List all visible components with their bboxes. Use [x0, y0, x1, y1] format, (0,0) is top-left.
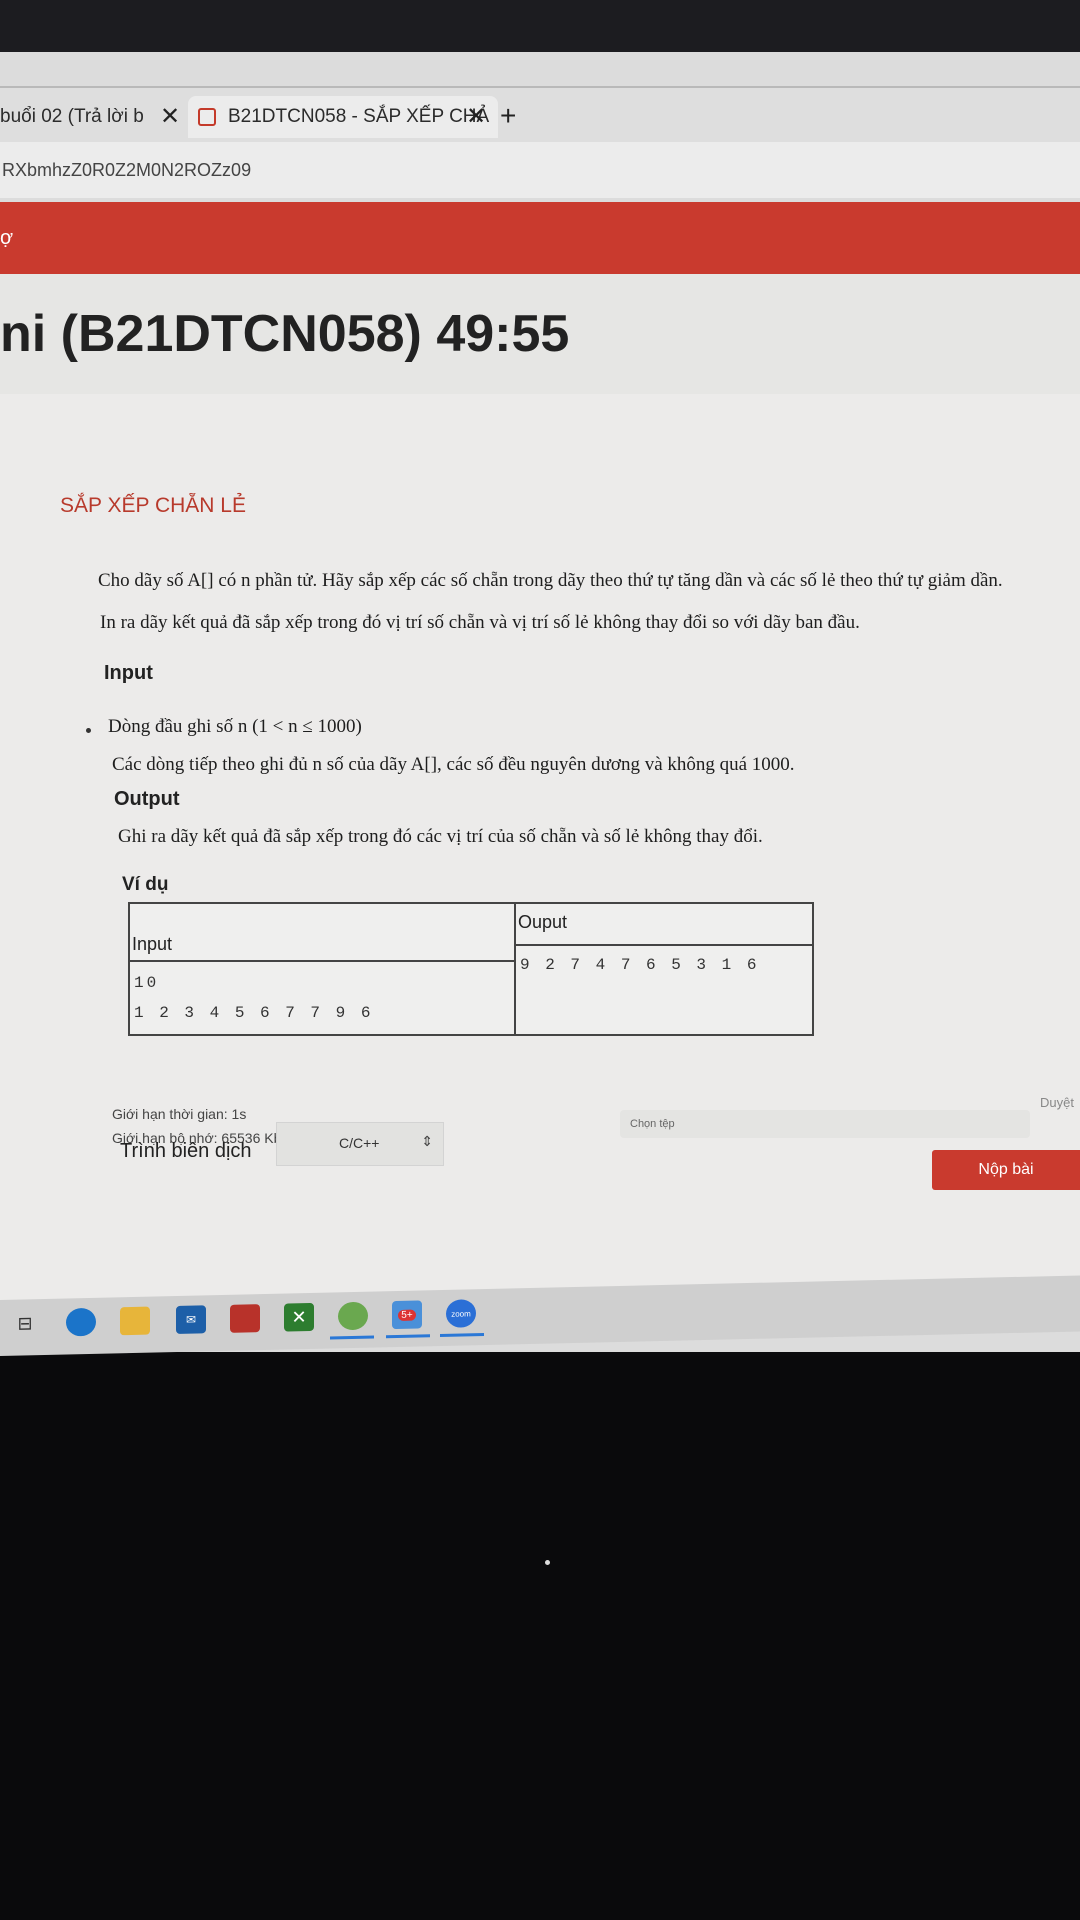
submit-button[interactable]: Nộp bài — [932, 1150, 1080, 1190]
app-icon[interactable] — [230, 1304, 260, 1333]
output-heading: Output — [114, 788, 180, 810]
compiler-selected-value: C/C++ — [339, 1135, 380, 1151]
zalo-icon[interactable]: 5+ — [392, 1300, 422, 1330]
active-indicator — [330, 1335, 374, 1340]
problem-description-1: Cho dãy số A[] có n phần tử. Hãy sắp xếp… — [98, 570, 1003, 591]
example-input-header: Input — [132, 934, 173, 954]
divider — [130, 960, 514, 962]
example-input-line: 10 — [134, 974, 160, 992]
light-reflection — [545, 1560, 550, 1565]
example-input-line: 1 2 3 4 5 6 7 7 9 6 — [134, 1004, 374, 1022]
zalo-badge: 5+ — [398, 1309, 416, 1321]
taskview-icon[interactable]: ⊟ — [10, 1309, 40, 1338]
zoom-label: zoom — [451, 1308, 471, 1319]
bullet-icon — [86, 728, 91, 733]
new-tab-button[interactable]: + — [500, 100, 516, 132]
active-indicator — [386, 1334, 430, 1339]
input-heading: Input — [104, 662, 153, 684]
problem-title: SẮP XẾP CHẴN LẺ — [60, 494, 246, 517]
address-bar[interactable]: RXbmhzZ0R0Z2M0N2ROZz09 — [0, 142, 1080, 198]
problem-panel: SẮP XẾP CHẴN LẺ Cho dãy số A[] có n phần… — [0, 394, 1080, 1324]
mail-icon[interactable]: ✉ — [176, 1305, 206, 1335]
nav-item-fragment[interactable]: ợ — [0, 227, 13, 250]
submit-label: Nộp bài — [978, 1161, 1034, 1178]
input-line-1: Dòng đầu ghi số n (1 < n ≤ 1000) — [108, 716, 362, 737]
coccoc-icon[interactable] — [338, 1301, 368, 1331]
zoom-icon[interactable]: zoom — [446, 1299, 476, 1328]
time-limit: Giới hạn thời gian: 1s — [112, 1106, 247, 1122]
dark-background — [0, 1356, 1080, 1920]
file-placeholder: Chọn tệp — [630, 1118, 675, 1130]
file-explorer-icon[interactable] — [120, 1306, 150, 1336]
example-input-column: Input 10 1 2 3 4 5 6 7 7 9 6 — [130, 904, 516, 1034]
problem-description-2: In ra dãy kết quả đã sắp xếp trong đó vị… — [100, 612, 860, 633]
close-tab-button[interactable]: ✕ — [160, 102, 180, 131]
compiler-select[interactable]: C/C++ ⇕ — [276, 1122, 444, 1166]
xbox-icon[interactable]: ✕ — [284, 1302, 314, 1332]
file-chooser-input[interactable]: Chọn tệp — [620, 1110, 1030, 1138]
example-output-line: 9 2 7 4 7 6 5 3 1 6 — [520, 956, 760, 974]
tab-previous[interactable]: buổi 02 (Trả lời b ✕ — [0, 96, 180, 138]
browse-button[interactable]: Duyệt — [1040, 1095, 1074, 1110]
close-tab-button[interactable]: ✕ — [466, 102, 486, 131]
active-indicator — [440, 1333, 484, 1338]
monitor-bezel — [0, 0, 1080, 60]
edge-icon[interactable] — [66, 1307, 96, 1337]
example-output-column: Ouput 9 2 7 4 7 6 5 3 1 6 — [516, 904, 812, 1034]
page-body: ni (B21DTCN058) 49:55 SẮP XẾP CHẴN LẺ Ch… — [0, 274, 1080, 1324]
example-label: Ví dụ — [122, 874, 169, 895]
example-output-header: Ouput — [518, 912, 568, 932]
url-text: RXbmhzZ0R0Z2M0N2ROZz09 — [2, 159, 252, 180]
tab-current[interactable]: B21DTCN058 - SẮP XẾP CHẢ ✕ — [188, 96, 498, 138]
input-line-2: Các dòng tiếp theo ghi đủ n số của dãy A… — [112, 754, 795, 775]
site-favicon-icon — [198, 108, 216, 126]
site-nav-bar: ợ — [0, 202, 1080, 274]
output-line: Ghi ra dãy kết quả đã sắp xếp trong đó c… — [118, 826, 763, 847]
example-table: Input 10 1 2 3 4 5 6 7 7 9 6 Ouput 9 2 7… — [128, 902, 814, 1036]
updown-arrows-icon: ⇕ — [421, 1133, 433, 1149]
tab-bar: buổi 02 (Trả lời b ✕ B21DTCN058 - SẮP XẾ… — [0, 86, 1080, 144]
tab-label: B21DTCN058 - SẮP XẾP CHẢ — [228, 106, 490, 127]
exam-title-timer: ni (B21DTCN058) 49:55 — [0, 305, 570, 363]
compiler-label: Trình biên dịch — [120, 1140, 252, 1162]
tab-label: buổi 02 (Trả lời b — [0, 106, 144, 127]
divider — [516, 944, 812, 946]
